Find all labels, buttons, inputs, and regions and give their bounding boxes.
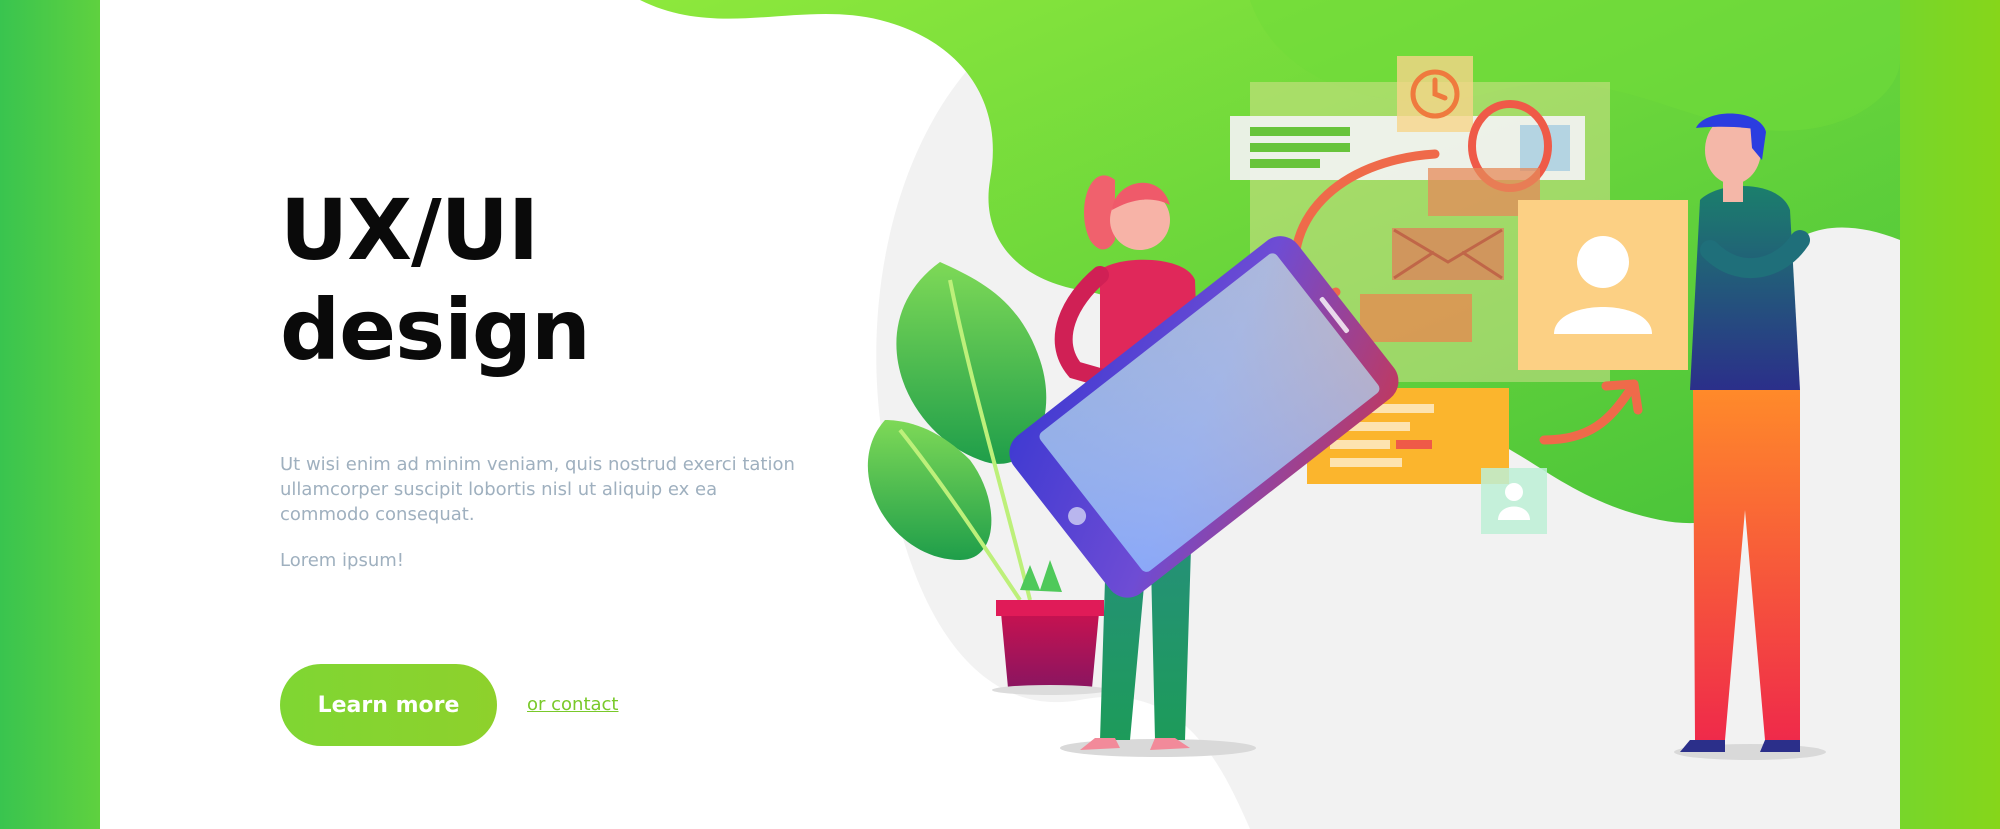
page-title: UX/UI design bbox=[280, 180, 591, 380]
learn-more-button[interactable]: Learn more bbox=[280, 664, 497, 746]
email-icon bbox=[1392, 228, 1504, 280]
title-line-1: UX/UI bbox=[280, 181, 539, 279]
landing-card: UX/UI design Ut wisi enim ad minim venia… bbox=[100, 0, 1900, 829]
clock-icon bbox=[1397, 56, 1473, 132]
title-line-2: design bbox=[280, 281, 591, 379]
small-user-icon bbox=[1481, 468, 1547, 534]
hero-subtext: Lorem ipsum! bbox=[280, 550, 405, 571]
hero-description: Ut wisi enim ad minim veniam, quis nostr… bbox=[280, 454, 795, 525]
user-profile-icon bbox=[1518, 200, 1688, 370]
contact-link[interactable]: or contact bbox=[527, 694, 619, 715]
